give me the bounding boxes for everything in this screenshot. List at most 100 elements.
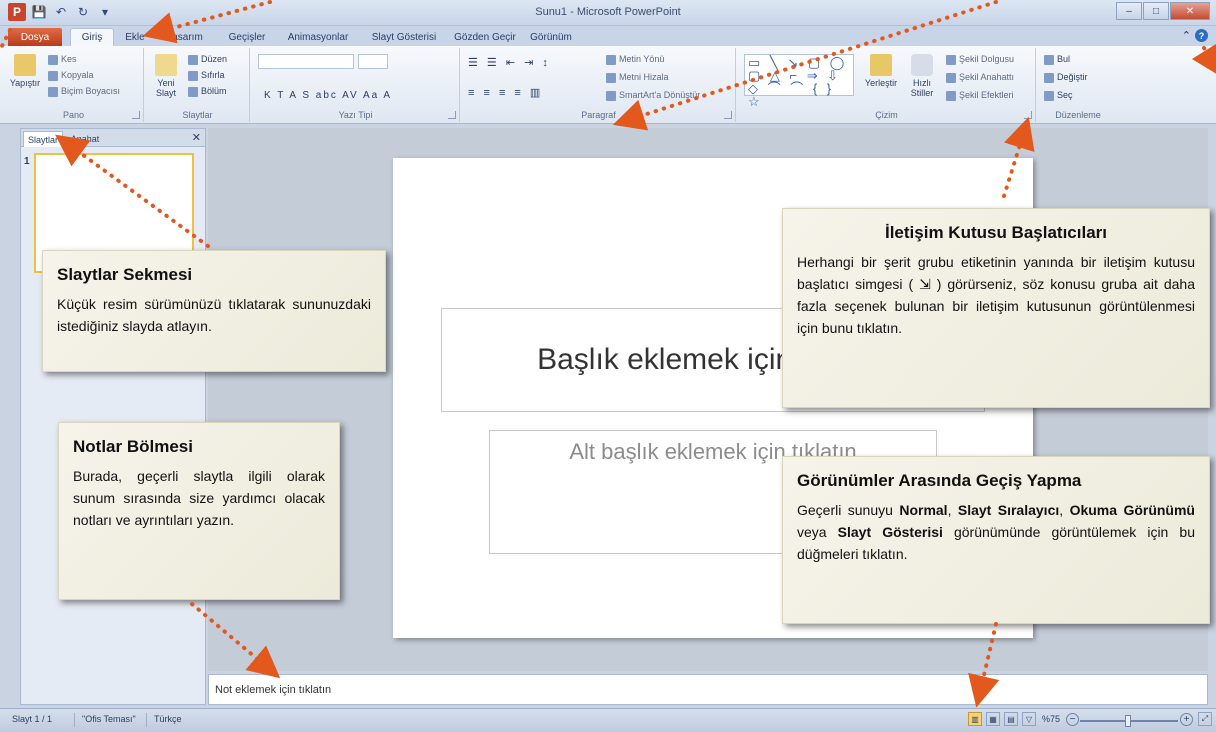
normal-view-icon[interactable]: ▥	[968, 712, 982, 726]
smartart-label: SmartArt'a Dönüştür	[619, 90, 701, 100]
find-label: Bul	[1057, 54, 1071, 64]
font-name-select[interactable]	[258, 54, 354, 69]
callout-body: Herhangi bir şerit grubu etiketinin yanı…	[797, 254, 1195, 336]
new-slide-icon	[155, 54, 177, 76]
shape-effects-button[interactable]: Şekil Efektleri	[946, 90, 1014, 101]
paste-icon	[14, 54, 36, 76]
tab-view[interactable]: Görünüm	[526, 28, 576, 46]
zoom-out-button[interactable]: −	[1066, 713, 1079, 726]
zoom-level[interactable]: %75	[1042, 714, 1060, 724]
layout-label: Düzen	[201, 54, 228, 64]
replace-button[interactable]: Değiştir	[1044, 72, 1088, 83]
minimize-button[interactable]: –	[1116, 2, 1142, 20]
slides-pane: Slaytlar Anahat ✕ 1	[20, 128, 206, 705]
close-pane-icon[interactable]: ✕	[192, 131, 201, 144]
copy-icon	[48, 70, 58, 81]
text-direction-label: Metin Yönü	[619, 54, 665, 64]
layout-button[interactable]: Düzen	[188, 54, 227, 65]
select-button[interactable]: Seç	[1044, 90, 1073, 101]
language-indicator[interactable]: Türkçe	[154, 714, 182, 724]
status-separator	[74, 713, 75, 727]
copy-button[interactable]: Kopyala	[48, 70, 94, 81]
tab-home[interactable]: Giriş	[70, 28, 114, 46]
shape-fill-icon	[946, 54, 956, 65]
tab-review[interactable]: Gözden Geçir	[452, 28, 518, 46]
arrange-button[interactable]: Yerleştir	[862, 54, 900, 88]
shape-outline-label: Şekil Anahattı	[959, 72, 1015, 82]
select-label: Seç	[1057, 90, 1073, 100]
slide-sorter-view-icon[interactable]: ▦	[986, 712, 1000, 726]
maximize-button[interactable]: □	[1143, 2, 1169, 20]
shape-outline-icon	[946, 72, 956, 83]
find-icon	[1044, 54, 1054, 65]
dialog-launcher-drawing-icon[interactable]	[1024, 111, 1032, 119]
dialog-launcher-paragraph-icon[interactable]	[724, 111, 732, 119]
zoom-in-button[interactable]: +	[1180, 713, 1193, 726]
group-paragraph: Metin Yönü Metni Hizala SmartArt'a Dönüş…	[462, 48, 736, 122]
callout-notes-pane: Notlar Bölmesi Burada, geçerli slaytla i…	[58, 422, 340, 600]
group-slides: Yeni Slayt Düzen Sıfırla Bölüm Slaytlar	[146, 48, 250, 122]
window-controls: – □ ✕	[1116, 2, 1210, 20]
copy-label: Kopyala	[61, 70, 94, 80]
fit-to-window-icon[interactable]: ⤢	[1198, 712, 1212, 726]
section-button[interactable]: Bölüm	[188, 86, 227, 97]
align-text-label: Metni Hizala	[619, 72, 669, 82]
tab-transitions[interactable]: Geçişler	[222, 28, 272, 46]
callout-title: Notlar Bölmesi	[73, 437, 193, 456]
cut-icon	[48, 54, 58, 65]
paste-button[interactable]: Yapıştır	[6, 54, 44, 88]
reset-icon	[188, 70, 198, 81]
quick-styles-icon	[911, 54, 933, 76]
group-drawing: ▭ ╲ ↘ ▢ ◯ ▢ △ ⌐ ⇒ ⇩ ◇ ⌒ ⌒ { } ☆ Yerleşti…	[738, 48, 1036, 122]
smartart-icon	[606, 90, 616, 101]
callout-text: veya	[797, 524, 838, 540]
quick-styles-button[interactable]: Hızlı Stiller	[902, 54, 942, 98]
callout-title: İletişim Kutusu Başlatıcıları	[884, 223, 1107, 242]
tab-slideshow[interactable]: Slayt Gösterisi	[364, 28, 444, 46]
zoom-slider-thumb[interactable]	[1125, 715, 1131, 727]
dialog-launcher-font-icon[interactable]	[448, 111, 456, 119]
replace-icon	[1044, 72, 1054, 83]
notes-pane[interactable]: Not eklemek için tıklatın	[208, 674, 1208, 705]
status-separator	[146, 713, 147, 727]
group-editing: Bul Değiştir Seç Düzenleme	[1038, 48, 1118, 122]
paste-label: Yapıştır	[9, 78, 41, 88]
font-size-select[interactable]	[358, 54, 388, 69]
slideshow-view-icon[interactable]: ▽	[1022, 712, 1036, 726]
cut-button[interactable]: Kes	[48, 54, 77, 65]
minimize-ribbon-icon[interactable]: ⌃	[1182, 29, 1191, 42]
group-font: K T A S abc AV Aa A Yazı Tipi	[252, 48, 460, 122]
new-slide-button[interactable]: Yeni Slayt	[148, 54, 184, 98]
font-format-buttons[interactable]: K T A S abc AV Aa A	[264, 90, 392, 101]
reset-button[interactable]: Sıfırla	[188, 70, 225, 81]
tab-outline[interactable]: Anahat	[65, 131, 105, 147]
tab-insert[interactable]: Ekle	[118, 28, 152, 46]
callout-text: Geçerli sunuyu	[797, 502, 900, 518]
status-bar: Slayt 1 / 1 "Ofis Teması" Türkçe ▥ ▦ ▤ ▽…	[0, 708, 1216, 732]
text-direction-button[interactable]: Metin Yönü	[606, 54, 664, 65]
dialog-launcher-clipboard-icon[interactable]	[132, 111, 140, 119]
tab-slides[interactable]: Slaytlar	[23, 131, 63, 147]
tab-file[interactable]: Dosya	[8, 28, 62, 46]
close-button[interactable]: ✕	[1170, 2, 1210, 20]
help-icon[interactable]: ?	[1195, 29, 1208, 42]
tab-animations[interactable]: Animasyonlar	[280, 28, 356, 46]
shape-fill-button[interactable]: Şekil Dolgusu	[946, 54, 1014, 65]
smartart-button[interactable]: SmartArt'a Dönüştür	[606, 90, 700, 101]
shape-effects-label: Şekil Efektleri	[959, 90, 1014, 100]
window-title: Sunu1 - Microsoft PowerPoint	[535, 6, 681, 18]
list-buttons[interactable]: ☰ ☰ ⇤ ⇥ ↕	[468, 56, 551, 69]
replace-label: Değiştir	[1057, 72, 1088, 82]
cut-label: Kes	[61, 54, 77, 64]
shape-fill-label: Şekil Dolgusu	[959, 54, 1015, 64]
shape-outline-button[interactable]: Şekil Anahattı	[946, 72, 1014, 83]
alignment-buttons[interactable]: ≡ ≡ ≡ ≡ ▥	[468, 86, 543, 99]
shapes-gallery[interactable]: ▭ ╲ ↘ ▢ ◯ ▢ △ ⌐ ⇒ ⇩ ◇ ⌒ ⌒ { } ☆	[744, 54, 854, 108]
arrange-icon	[870, 54, 892, 76]
find-button[interactable]: Bul	[1044, 54, 1070, 65]
reading-view-icon[interactable]: ▤	[1004, 712, 1018, 726]
align-text-button[interactable]: Metni Hizala	[606, 72, 669, 83]
section-label: Bölüm	[201, 86, 227, 96]
format-painter-button[interactable]: Biçim Boyacısı	[48, 86, 120, 97]
tab-design[interactable]: Tasarım	[155, 28, 215, 46]
